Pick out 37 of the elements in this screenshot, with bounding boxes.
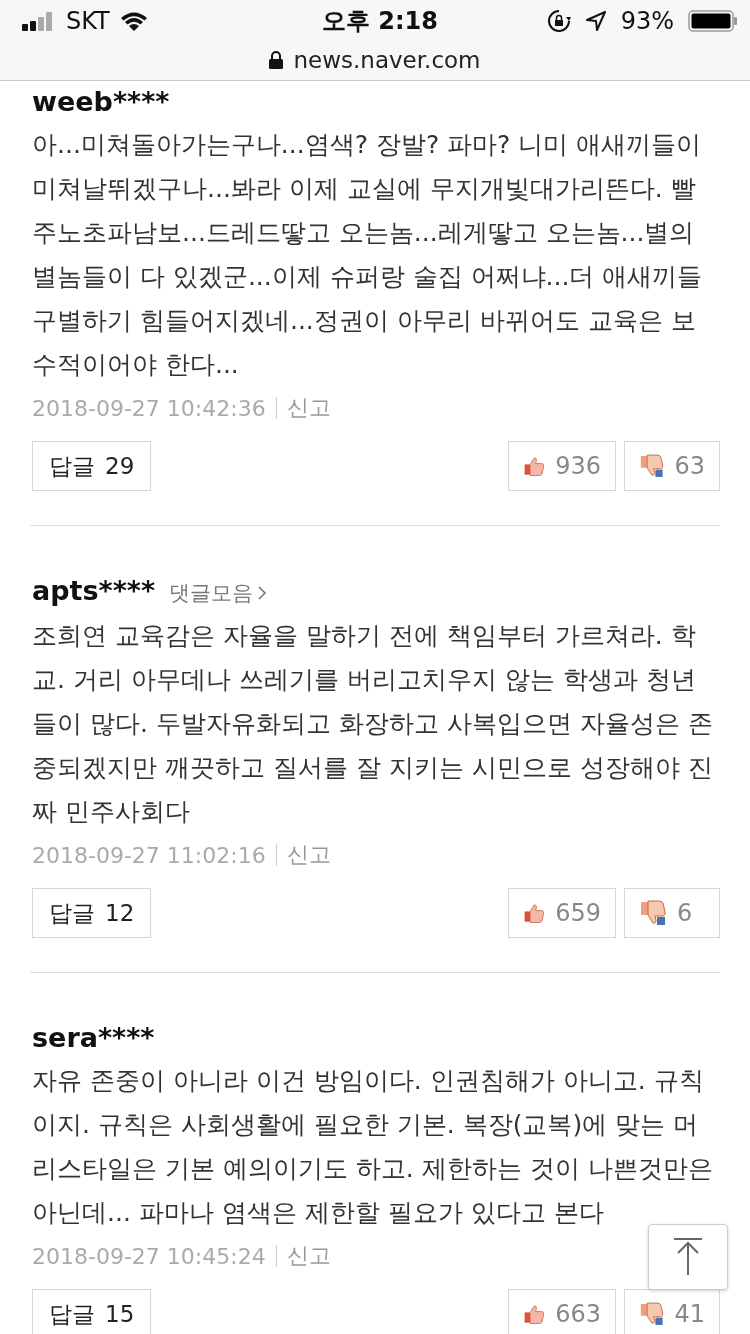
lock-icon	[269, 51, 284, 69]
thumbs-down-icon	[639, 452, 665, 480]
url-address[interactable]: news.naver.com	[293, 47, 481, 73]
dislike-button[interactable]: 41	[624, 1289, 720, 1334]
thumbs-down-icon	[639, 1300, 665, 1328]
comment-text: 아...미쳐돌아가는구나...염색? 장발? 파마? 니미 애새끼들이 미쳐날뛰겠구나...봐라 이제 교실에 무지개빛대가리뜬다. 빨주노초파남보...드레드땋고 오는놈...레게땋고 오는놈...별의 별놈들이 다 있겠군...이제 슈퍼랑 술집 어쩌냐...더 애새끼들 구별하기 힘들어지겠네...정권이 아무리 바뀌어도 교육은 보수적이어야 한다...	[32, 129, 704, 381]
report-link[interactable]: 신고	[286, 393, 331, 423]
comment-collection-link[interactable]: 댓글모음	[169, 576, 267, 610]
reply-button[interactable]: 답글 29	[32, 441, 152, 491]
comment-text: 자유 존중이 아니라 이건 방임이다. 인권침해가 아니고. 규칙이지. 규칙은 사회생활에 필요한 기본. 복장(교복)에 맞는 머리스타일은 기본 예의이기도 하고. 제한하는 것이 나쁜것만은 아닌데... 파마나 염색은 제한할 필요가 있다고 본다	[32, 1065, 714, 1229]
comment-username: sera****	[32, 1021, 155, 1055]
comment-username: apts****	[32, 574, 155, 608]
comment-username: weeb****	[32, 85, 170, 119]
carrier-name: SKT	[66, 7, 110, 35]
battery-icon	[688, 10, 738, 32]
like-button[interactable]: 663	[508, 1289, 616, 1334]
comment-date: 2018-09-27 10:45:24	[32, 1243, 266, 1269]
like-button[interactable]: 936	[508, 441, 616, 491]
chevron-right-icon	[257, 585, 267, 601]
report-link[interactable]: 신고	[286, 840, 331, 870]
reply-button[interactable]: 답글 12	[32, 888, 152, 938]
comment-text: 조희연 교육감은 자율을 말하기 전에 책임부터 가르쳐라. 학교. 거리 아무데나 쓰레기를 버리고치우지 않는 학생과 청년들이 많다. 두발자유화되고 화장하고 사복입으면 자율성은 존중되겠지만 깨끗하고 질서를 잘 지키는 시민으로 성장해야 진짜 민주사회다	[32, 620, 714, 828]
report-link[interactable]: 신고	[286, 1241, 331, 1271]
thumbs-down-icon	[639, 899, 667, 927]
arrow-up-icon	[672, 1237, 704, 1277]
wifi-icon	[119, 11, 148, 31]
dislike-button[interactable]: 63	[624, 441, 720, 491]
location-arrow-icon	[584, 10, 607, 32]
battery-percent: 93%	[620, 7, 674, 35]
clock-time: 오후 2:18	[321, 6, 439, 37]
scroll-to-top-button[interactable]	[648, 1224, 728, 1290]
dislike-button[interactable]: 6	[624, 888, 720, 938]
comment-date: 2018-09-27 10:42:36	[32, 395, 266, 421]
comment-date: 2018-09-27 11:02:16	[32, 842, 266, 868]
reply-button[interactable]: 답글 15	[32, 1289, 152, 1334]
like-button[interactable]: 659	[508, 888, 616, 938]
rotation-lock-icon	[546, 9, 571, 33]
